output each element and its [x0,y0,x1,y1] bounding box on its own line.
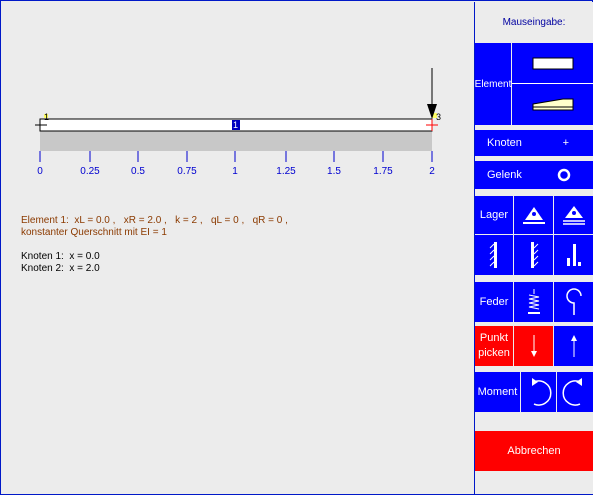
arrow-down-icon [530,335,537,357]
fixed-support-bottom-button[interactable] [554,235,593,275]
fixed-bottom-icon [566,244,581,266]
tick-label: 1.5 [327,166,341,177]
fixed-left-icon [489,242,497,268]
element-label: 1 [233,120,239,130]
knoten-button[interactable]: Knoten + [475,130,593,156]
roller-support-icon [562,206,585,225]
spring-button[interactable] [514,282,553,322]
tapered-beam-icon [532,98,573,110]
pinned-support-button[interactable] [514,196,553,234]
gelenk-label: Gelenk [487,169,522,181]
hinge-icon [557,168,571,182]
fixed-support-right-button[interactable] [514,235,553,275]
fixed-support-left-button[interactable] [475,235,513,275]
point-load-up-button[interactable] [554,326,593,366]
element-info-line2: konstanter Querschnitt mit EI = 1 [21,227,167,238]
tick-label: 0.25 [80,166,100,177]
application-window: 1 3 1 0 0.25 0.5 0.75 1 1.25 1.5 1.75 2 … [0,0,593,495]
lager-label: Lager [475,196,513,234]
axis-ticks [39,151,433,162]
spring-icon [527,289,540,314]
element-type-beam-button[interactable] [512,43,593,83]
fixed-right-icon [530,242,538,268]
panel-title: Mauseingabe: [502,16,566,28]
pinned-support-icon [522,207,545,224]
tick-label: 2 [429,166,435,177]
mouse-input-panel: Mauseingabe: Element Knoten + Gelenk Lag… [474,2,593,494]
tick-label: 1.25 [276,166,296,177]
punkt-label-2: picken [478,347,510,359]
moment-cw-button[interactable] [521,372,556,412]
knoten2-info: Knoten 2: x = 2.0 [21,263,100,274]
arrow-up-icon [570,335,577,357]
tick-label: 1 [232,166,238,177]
knoten1-info: Knoten 1: x = 0.0 [21,251,100,262]
moment-label: Moment [475,372,520,412]
element-button-label: Element [475,43,511,125]
tick-label: 0 [37,166,43,177]
tick-label: 0.75 [177,166,197,177]
moment-ccw-button[interactable] [557,372,593,412]
tick-label: 1.75 [373,166,393,177]
drawing-canvas[interactable]: 1 3 1 0 0.25 0.5 0.75 1 1.25 1.5 1.75 2 … [2,2,472,493]
punkt-label-1: Punkt [479,332,509,344]
moment-clockwise-icon [531,378,551,406]
node-right-label: 3 [436,112,442,122]
abbrechen-button[interactable]: Abbrechen [475,431,593,471]
rotational-spring-icon [565,288,582,315]
tick-label: 0.5 [131,166,145,177]
rotational-spring-button[interactable] [554,282,593,322]
plus-icon: + [562,137,569,149]
point-load-down-button[interactable] [514,326,553,366]
element-type-tapered-button[interactable] [512,84,593,125]
punkt-picken-label: Punkt picken [475,326,513,366]
moment-counterclockwise-icon [562,378,582,406]
beam-shade [40,131,432,151]
gelenk-button[interactable]: Gelenk [475,161,593,189]
node-left-label: 1 [44,112,50,122]
knoten-label: Knoten [487,137,522,149]
roller-support-button[interactable] [554,196,593,234]
feder-label: Feder [475,282,513,322]
beam-icon [532,57,573,70]
element-info-line: Element 1: xL = 0.0 , xR = 2.0 , k = 2 ,… [21,215,288,226]
